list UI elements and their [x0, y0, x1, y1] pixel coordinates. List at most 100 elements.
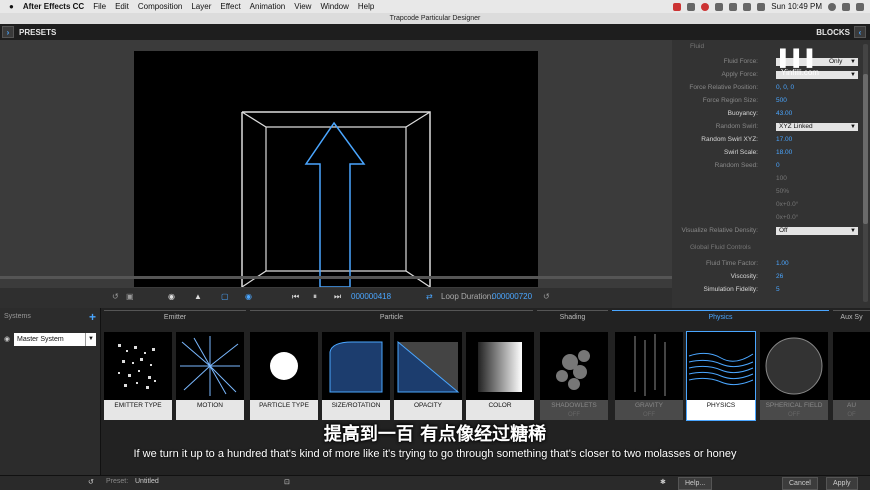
menu-window[interactable]: Window: [320, 2, 348, 11]
notification-icon[interactable]: [856, 2, 864, 11]
add-system-button[interactable]: +: [89, 310, 96, 324]
disabled-value-2: 50%: [776, 188, 790, 195]
vis-density-label: Visualize Relative Density:: [681, 227, 758, 234]
vis-density-value: Off: [779, 227, 788, 234]
camera-icon[interactable]: ▣: [126, 292, 134, 301]
disabled-value-1: 100: [776, 175, 787, 182]
menu-edit[interactable]: Edit: [115, 2, 129, 11]
chevron-right-icon: ›: [2, 26, 14, 38]
tile-aux[interactable]: AU OF: [833, 332, 870, 420]
color-thumbnail: [466, 332, 534, 400]
eye-icon[interactable]: ◉: [245, 292, 252, 301]
menu-layer[interactable]: Layer: [191, 2, 211, 11]
preset-label: Preset:: [106, 478, 129, 485]
vis-density-select[interactable]: Off ▼: [776, 227, 858, 235]
tile-spherical-field[interactable]: SPHERICAL FIELD OFF: [760, 332, 828, 420]
user-icon[interactable]: [828, 2, 836, 11]
gear-icon[interactable]: ✱: [660, 478, 666, 486]
aux-off: OF: [847, 412, 856, 418]
record-icon[interactable]: [673, 2, 682, 11]
clock[interactable]: Sun 10:49 PM: [771, 2, 822, 11]
swirl-scale-value[interactable]: 18.00: [776, 149, 792, 156]
battery-icon[interactable]: [757, 2, 766, 11]
current-frame: 000000418: [351, 292, 392, 301]
search-icon[interactable]: [842, 2, 850, 11]
menu-animation[interactable]: Animation: [250, 2, 286, 11]
blocks-label: BLOCKS: [816, 27, 850, 37]
side-scrollbar[interactable]: [863, 44, 868, 302]
apple-menu-icon[interactable]: ●: [9, 2, 14, 11]
reset-icon[interactable]: ↺: [112, 292, 119, 301]
force-region-value[interactable]: 500: [776, 97, 787, 104]
tile-size-rotation[interactable]: SIZE/ROTATION: [322, 332, 390, 420]
category-aux[interactable]: Aux Sy: [833, 310, 870, 325]
fluid-time-value[interactable]: 1.00: [776, 260, 789, 267]
loop-icon[interactable]: ⇄: [426, 292, 433, 301]
menu-effect[interactable]: Effect: [220, 2, 240, 11]
buoyancy-value[interactable]: 43.00: [776, 110, 792, 117]
skip-forward-icon[interactable]: ⏭: [334, 292, 341, 302]
broadcast-icon[interactable]: ◉: [168, 292, 175, 301]
buoyancy-label: Buoyancy:: [727, 110, 758, 117]
presets-toggle[interactable]: › PRESETS: [2, 26, 56, 38]
menu-file[interactable]: File: [93, 2, 106, 11]
menu-help[interactable]: Help: [358, 2, 374, 11]
watermark-text: Yinfilli.com: [781, 68, 819, 77]
wifi-icon[interactable]: [729, 2, 738, 11]
preview-canvas[interactable]: [134, 51, 538, 287]
tile-motion[interactable]: MOTION: [176, 332, 244, 420]
reset-loop-icon[interactable]: ↺: [543, 292, 550, 301]
red-dot-icon[interactable]: [701, 2, 710, 11]
menu-extra-icon[interactable]: [687, 2, 696, 11]
fluid-time-label: Fluid Time Factor:: [705, 260, 758, 267]
skip-back-icon[interactable]: ⏮: [292, 292, 299, 302]
window-title: Trapcode Particular Designer: [0, 13, 870, 24]
random-swirl-xyz-label: Random Swirl XYZ:: [701, 136, 758, 143]
timeline-scrub[interactable]: [0, 276, 672, 279]
dropbox-icon[interactable]: [715, 2, 724, 11]
tile-color[interactable]: COLOR: [466, 332, 534, 420]
tile-particle-type[interactable]: PARTICLE TYPE: [250, 332, 318, 420]
force-rel-pos-value[interactable]: 0, 0, 0: [776, 84, 794, 91]
frame-icon[interactable]: ▢: [221, 292, 229, 301]
perspective-icon[interactable]: ▲: [194, 292, 202, 301]
undo-icon[interactable]: ↺: [88, 478, 94, 486]
loop-duration[interactable]: 000000720: [492, 292, 532, 301]
sim-fidelity-label: Simulation Fidelity:: [703, 286, 758, 293]
menu-composition[interactable]: Composition: [138, 2, 182, 11]
designer-toolbar: › PRESETS BLOCKS ‹: [0, 24, 870, 40]
random-swirl-xyz-value[interactable]: 17.00: [776, 136, 792, 143]
random-swirl-value: XYZ Linked: [779, 123, 813, 130]
category-shading[interactable]: Shading: [537, 310, 608, 325]
eye-icon[interactable]: ◉: [4, 335, 10, 343]
random-swirl-select[interactable]: XYZ Linked ▼: [776, 123, 858, 131]
category-particle[interactable]: Particle: [250, 310, 533, 325]
system-select[interactable]: Master System ▼: [14, 333, 96, 346]
tile-gravity[interactable]: GRAVITY OFF: [615, 332, 683, 420]
cancel-button[interactable]: Cancel: [782, 477, 818, 490]
help-button[interactable]: Help...: [678, 477, 713, 490]
opacity-thumbnail: [394, 332, 462, 400]
tile-opacity[interactable]: OPACITY: [394, 332, 462, 420]
gravity-thumbnail: [615, 332, 683, 400]
system-select-value: Master System: [17, 336, 64, 343]
physics-thumbnail: [687, 332, 755, 400]
fluid-force-label: Fluid Force:: [723, 58, 758, 65]
pause-icon[interactable]: ⏸: [313, 292, 317, 302]
tile-emitter-type[interactable]: EMITTER TYPE: [104, 332, 172, 420]
category-emitter[interactable]: Emitter: [104, 310, 246, 325]
blocks-toggle[interactable]: BLOCKS ‹: [816, 26, 866, 38]
menu-view[interactable]: View: [294, 2, 311, 11]
app-menu[interactable]: After Effects CC: [23, 2, 84, 11]
save-preset-icon[interactable]: ⊡: [284, 478, 290, 486]
volume-icon[interactable]: [743, 2, 752, 11]
tile-physics[interactable]: PHYSICS: [686, 331, 756, 421]
viscosity-value[interactable]: 26: [776, 273, 783, 280]
tile-shadowlets[interactable]: SHADOWLETS OFF: [540, 332, 608, 420]
random-seed-value[interactable]: 0: [776, 162, 780, 169]
apply-button[interactable]: Apply: [826, 477, 858, 490]
category-physics[interactable]: Physics: [612, 310, 829, 325]
chevron-down-icon: ▼: [850, 59, 856, 65]
side-scrollbar-thumb[interactable]: [863, 74, 868, 224]
sim-fidelity-value[interactable]: 5: [776, 286, 780, 293]
